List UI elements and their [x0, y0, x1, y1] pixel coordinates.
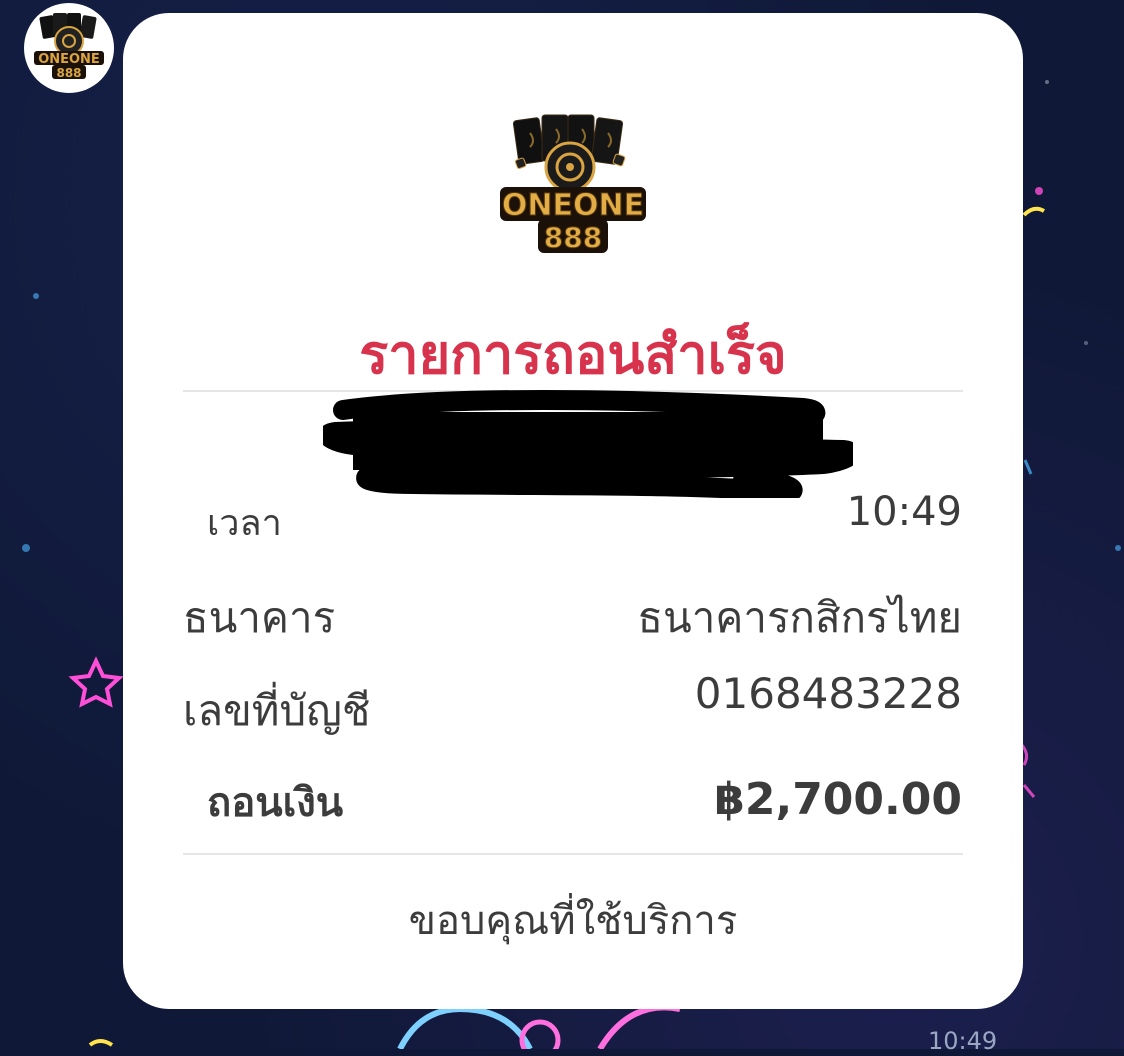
withdrawal-receipt-bubble[interactable]: ONEONE 888 รายการถอนสำเร็จ เวลา 10:49 ธน… [123, 13, 1023, 1009]
time-label: เวลา [207, 503, 282, 544]
receipt-title: รายการถอนสำเร็จ [359, 323, 787, 386]
logo-text: ONEONE [502, 188, 644, 223]
account-number-label: เลขที่บัญชี [183, 686, 371, 735]
oneone888-logo-icon: ONEONE 888 [25, 4, 113, 92]
withdraw-amount-label: ถอนเงิน [207, 780, 344, 826]
sender-avatar[interactable]: ONEONE 888 [24, 3, 114, 93]
bank-label: ธนาคาร [183, 593, 336, 642]
oneone888-logo-icon: ONEONE 888 [500, 114, 646, 255]
avatar-logo-text: ONEONE [38, 52, 100, 67]
footer-divider [183, 853, 963, 855]
redaction-scribble [323, 390, 853, 498]
time-value: 10:49 [846, 489, 962, 535]
bank-value: ธนาคารกสิกรไทย [637, 593, 962, 642]
withdraw-amount-value: ฿2,700.00 [714, 774, 962, 825]
account-number-value: 0168483228 [694, 669, 962, 718]
avatar-logo-number: 888 [56, 66, 81, 80]
thank-you-text: ขอบคุณที่ใช้บริการ [408, 898, 738, 944]
logo-number: 888 [544, 221, 602, 254]
message-timestamp: 10:49 [928, 1027, 998, 1055]
